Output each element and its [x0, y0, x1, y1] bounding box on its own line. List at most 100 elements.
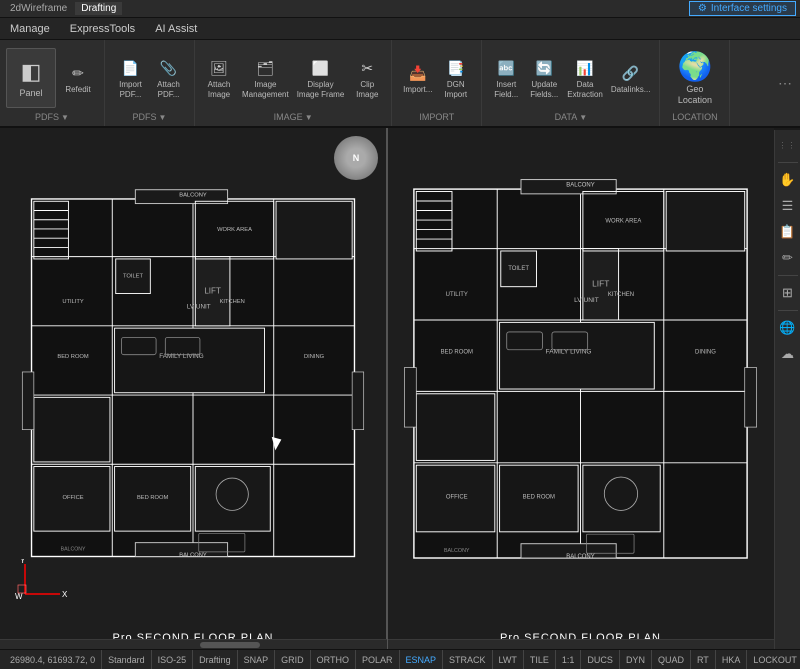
ribbon-panel-buttons: ◧ Panel ✏ Refedit — [6, 44, 98, 112]
status-standard[interactable]: Standard — [102, 650, 152, 669]
status-ratio[interactable]: 1:1 — [556, 650, 582, 669]
status-tile[interactable]: TILE — [524, 650, 556, 669]
pdfs-label: PDFS — [35, 112, 59, 122]
data-extraction-icon: 📊 — [573, 56, 597, 80]
ribbon: ◧ Panel ✏ Refedit PDFS ▼ 📄 ImportPDF... … — [0, 40, 800, 128]
svg-text:OFFICE: OFFICE — [63, 495, 84, 501]
tab-2dwireframe[interactable]: 2dWireframe — [4, 2, 73, 15]
status-drafting[interactable]: Drafting — [193, 650, 238, 669]
refedit-button[interactable]: ✏ Refedit — [60, 59, 96, 97]
menu-dots-tool[interactable]: ⋮⋮ — [777, 134, 799, 156]
interface-settings-button[interactable]: ⚙ Interface settings — [689, 1, 796, 16]
attach-image-button[interactable]: 🖼 AttachImage — [201, 54, 237, 101]
status-esnap[interactable]: ESNAP — [400, 650, 444, 669]
geo-location-icon: 🌍 — [679, 50, 711, 82]
cloud-tool[interactable]: ☁ — [777, 343, 799, 365]
panel-button[interactable]: ◧ Panel — [6, 48, 56, 108]
update-fields-button[interactable]: 🔄 UpdateFields... — [526, 54, 562, 101]
layers-tool[interactable]: ☰ — [777, 195, 799, 217]
image-group-label: IMAGE ▼ — [274, 112, 313, 126]
status-quad[interactable]: QUAD — [652, 650, 691, 669]
data-group-label: DATA ▼ — [555, 112, 588, 126]
pdfs-chevron2: ▼ — [159, 113, 167, 122]
svg-text:BALCONY: BALCONY — [179, 193, 207, 199]
tab-drafting[interactable]: Drafting — [75, 2, 122, 15]
image-buttons: 🖼 AttachImage 🗂 ImageManagement ⬜ Displa… — [201, 44, 385, 112]
display-image-frame-button[interactable]: ⬜ DisplayImage Frame — [294, 54, 348, 101]
svg-text:UTILITY: UTILITY — [446, 292, 468, 298]
status-snap[interactable]: SNAP — [238, 650, 276, 669]
status-dyn[interactable]: DYN — [620, 650, 652, 669]
viewport-left-content: N — [0, 128, 386, 649]
top-tabs: 2dWireframe Drafting — [4, 2, 689, 15]
viewport-right-content: LIFT LV UNIT OFFICE BED ROOM KITCHEN FAM… — [387, 128, 774, 649]
geo-location-button[interactable]: 🌍 GeoLocation — [673, 47, 717, 109]
ribbon-group-import: 📥 Import... 📑 DGNImport IMPORT — [392, 40, 482, 126]
ribbon-collapse-btn[interactable]: ⋯ — [774, 71, 796, 96]
svg-text:KITCHEN: KITCHEN — [220, 299, 245, 305]
attach-image-icon: 🖼 — [207, 56, 231, 80]
coordinates-display: 26980.4, 61693.72, 0 — [4, 650, 102, 669]
image-management-label: ImageManagement — [242, 80, 289, 99]
refedit-label: Refedit — [65, 85, 90, 95]
menu-manage[interactable]: Manage — [6, 21, 54, 37]
clip-image-button[interactable]: ✂ ClipImage — [349, 54, 385, 101]
svg-text:WORK AREA: WORK AREA — [605, 218, 641, 224]
import-icon: 📥 — [406, 61, 430, 85]
dgn-import-button[interactable]: 📑 DGNImport — [438, 54, 474, 101]
dgn-label: DGNImport — [444, 80, 467, 99]
data-chevron: ▼ — [579, 113, 587, 122]
canvas-area[interactable]: N — [0, 128, 774, 649]
data-extraction-button[interactable]: 📊 DataExtraction — [564, 54, 606, 101]
status-ortho[interactable]: ORTHO — [311, 650, 356, 669]
attach-image-label: AttachImage — [208, 80, 231, 99]
floor-plan-svg-right: LIFT LV UNIT OFFICE BED ROOM KITCHEN FAM… — [402, 138, 759, 621]
update-fields-label: UpdateFields... — [530, 80, 558, 99]
panel-label: Panel — [19, 88, 42, 98]
status-hka[interactable]: HKA — [716, 650, 748, 669]
clip-image-label: ClipImage — [356, 80, 378, 99]
status-strack[interactable]: STRACK — [443, 650, 493, 669]
import-button[interactable]: 📥 Import... — [400, 59, 436, 97]
datalinks-button[interactable]: 🔗 Datalinks... — [608, 59, 654, 97]
status-lockout[interactable]: LOCKOUT — [747, 650, 800, 669]
pdfs-group-label2: PDFS ▼ — [133, 112, 167, 126]
ribbon-group-pdfs: 📄 ImportPDF... 📎 AttachPDF... PDFS ▼ — [105, 40, 195, 126]
status-rt[interactable]: RT — [691, 650, 716, 669]
properties-tool[interactable]: 📋 — [777, 221, 799, 243]
import-pdf-button[interactable]: 📄 ImportPDF... — [113, 54, 149, 101]
insert-field-icon: 🔤 — [494, 56, 518, 80]
insert-field-button[interactable]: 🔤 InsertField... — [488, 54, 524, 101]
update-fields-icon: 🔄 — [532, 56, 556, 80]
svg-text:BALCONY: BALCONY — [61, 547, 86, 553]
interface-settings-icon: ⚙ — [698, 3, 707, 14]
ribbon-group-image: 🖼 AttachImage 🗂 ImageManagement ⬜ Displa… — [195, 40, 392, 126]
menu-expresstools[interactable]: ExpressTools — [66, 21, 139, 37]
scroll-thumb[interactable] — [200, 642, 260, 648]
status-ducs[interactable]: DUCS — [581, 650, 620, 669]
floor-plan-right: LIFT LV UNIT OFFICE BED ROOM KITCHEN FAM… — [402, 138, 759, 621]
annotation-tool[interactable]: ✏ — [777, 247, 799, 269]
viewport-left[interactable]: N — [0, 128, 387, 649]
panel-icon: ◧ — [21, 59, 42, 85]
floor-plan-left: LIFT LV UNIT OFFICE BED ROOM KITCHEN FAM… — [20, 148, 366, 619]
status-iso25[interactable]: ISO-25 — [152, 650, 194, 669]
status-polar[interactable]: POLAR — [356, 650, 400, 669]
attach-pdf-button[interactable]: 📎 AttachPDF... — [151, 54, 187, 101]
floor-plan-svg-left: LIFT LV UNIT OFFICE BED ROOM KITCHEN FAM… — [20, 148, 366, 619]
pdfs-group-label: PDFS ▼ — [35, 112, 69, 126]
globe-tool[interactable]: 🌐 — [777, 317, 799, 339]
tools-divider — [778, 162, 798, 163]
geo-location-label: GeoLocation — [678, 84, 712, 106]
status-grid[interactable]: GRID — [275, 650, 311, 669]
data-buttons: 🔤 InsertField... 🔄 UpdateFields... 📊 Dat… — [488, 44, 653, 112]
viewport-right[interactable]: LIFT LV UNIT OFFICE BED ROOM KITCHEN FAM… — [387, 128, 774, 649]
svg-text:LIFT: LIFT — [592, 279, 609, 289]
menu-ai-assist[interactable]: AI Assist — [151, 21, 201, 37]
blocks-tool[interactable]: ⊞ — [777, 282, 799, 304]
status-bar: 26980.4, 61693.72, 0 Standard ISO-25 Dra… — [0, 649, 800, 669]
status-lwt[interactable]: LWT — [493, 650, 524, 669]
image-management-button[interactable]: 🗂 ImageManagement — [239, 54, 292, 101]
pan-tool[interactable]: ✋ — [777, 169, 799, 191]
svg-text:X: X — [62, 590, 68, 599]
